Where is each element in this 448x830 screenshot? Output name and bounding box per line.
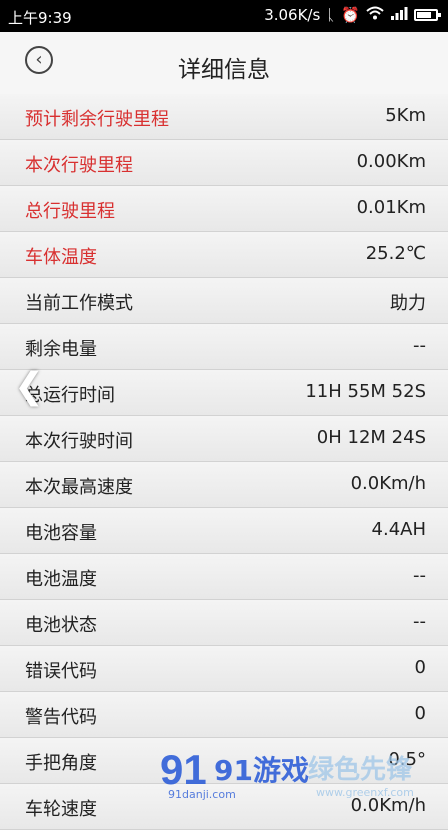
item-label: 电池温度 — [25, 569, 97, 590]
item-label: 警告代码 — [25, 707, 97, 728]
item-label: 总行驶里程 — [25, 201, 115, 222]
item-value: 5Km — [385, 105, 426, 126]
item-value: 0.5° — [388, 749, 426, 770]
item-value: 0.01Km — [356, 197, 426, 218]
bluetooth-icon: ᚳ — [326, 6, 336, 24]
detail-list: 预计剩余行驶里程 5Km 本次行驶里程 0.00Km 总行驶里程 0.01Km 车体温度 25… — [0, 94, 448, 830]
list-item: 总运行时间 11H 55M 52S — [0, 370, 448, 416]
item-value: 0 — [414, 657, 426, 678]
item-value: 0.00Km — [356, 151, 426, 172]
list-item: 错误代码 0 — [0, 646, 448, 692]
item-value: 4.4AH — [371, 519, 426, 540]
item-label: 当前工作模式 — [25, 293, 133, 314]
list-item: 本次最高速度 0.0Km/h — [0, 462, 448, 508]
list-item: 总行驶里程 0.01Km — [0, 186, 448, 232]
battery-icon — [414, 9, 441, 21]
item-value: 0 — [414, 703, 426, 724]
item-value: 0.0Km/h — [350, 795, 426, 816]
item-value: 25.2℃ — [365, 243, 426, 264]
list-item: 电池状态 -- — [0, 600, 448, 646]
floating-back-icon[interactable]: ❮ — [14, 366, 50, 407]
item-value: 11H 55M 52S — [305, 381, 426, 402]
wifi-icon — [366, 6, 384, 24]
list-item: 预计剩余行驶里程 5Km — [0, 94, 448, 140]
list-item: 本次行驶里程 0.00Km — [0, 140, 448, 186]
item-value: -- — [413, 611, 426, 632]
item-label: 电池容量 — [25, 523, 97, 544]
list-item: 剩余电量 -- — [0, 324, 448, 370]
status-bar: 上午9:39 3.06K/s ᚳ ⏰ — [0, 0, 448, 32]
list-item: 车体温度 25.2℃ — [0, 232, 448, 278]
item-label: 预计剩余行驶里程 — [25, 109, 169, 130]
item-value: -- — [413, 335, 426, 356]
list-item: 车轮速度 0.0Km/h — [0, 784, 448, 830]
list-item: 警告代码 0 — [0, 692, 448, 738]
item-label: 本次行驶里程 — [25, 155, 133, 176]
signal-icon — [390, 6, 408, 24]
item-label: 车体温度 — [25, 247, 97, 268]
item-label: 车轮速度 — [25, 799, 97, 820]
item-label: 错误代码 — [25, 661, 97, 682]
item-label: 本次行驶时间 — [25, 431, 133, 452]
item-value: 0.0Km/h — [350, 473, 426, 494]
header: ‹ 详细信息 — [0, 32, 448, 94]
list-item: 手把角度 0.5° — [0, 738, 448, 784]
item-label: 剩余电量 — [25, 339, 97, 360]
item-label: 本次最高速度 — [25, 477, 133, 498]
item-label: 电池状态 — [25, 615, 97, 636]
list-item: 本次行驶时间 0H 12M 24S — [0, 416, 448, 462]
item-value: -- — [413, 565, 426, 586]
status-time: 上午9:39 — [8, 9, 72, 27]
list-item: 当前工作模式 助力 — [0, 278, 448, 324]
item-label: 手把角度 — [25, 753, 97, 774]
list-item: 电池容量 4.4AH — [0, 508, 448, 554]
alarm-icon: ⏰ — [341, 6, 360, 24]
list-item: 电池温度 -- — [0, 554, 448, 600]
item-value: 0H 12M 24S — [316, 427, 426, 448]
page-title: 详细信息 — [178, 57, 270, 83]
status-icons: 3.06K/s ᚳ ⏰ — [264, 6, 441, 24]
item-value: 助力 — [390, 293, 426, 314]
network-speed: 3.06K/s — [264, 6, 321, 24]
